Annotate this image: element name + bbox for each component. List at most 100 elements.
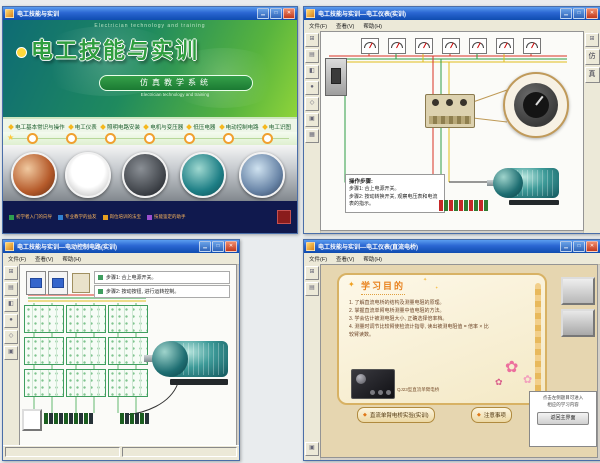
- learning-header: 学习目的: [361, 279, 405, 295]
- screenshot-montage: 电工技能与实训 ▁ □ ✕ Electrician technology and…: [0, 0, 600, 463]
- hint-line-2: 相应的学习内容: [532, 402, 594, 409]
- sparkle-icon: ✦: [435, 285, 438, 290]
- timeline-dot[interactable]: [27, 133, 38, 144]
- titlebar[interactable]: 电工技能与实训—电工仪表(实训) ▁ □ ✕: [304, 7, 600, 20]
- tool-dot-icon[interactable]: ●: [4, 314, 18, 328]
- tool-box-icon[interactable]: ▣: [4, 346, 18, 360]
- tool-box-icon[interactable]: ▣: [305, 442, 319, 456]
- timeline-dot[interactable]: [262, 133, 273, 144]
- tool-half-icon[interactable]: ◧: [305, 65, 319, 79]
- thumb-motor-photo[interactable]: [180, 152, 226, 198]
- tool-diamond-icon[interactable]: ◇: [4, 330, 18, 344]
- menu-item-reading[interactable]: 电工识图: [263, 123, 291, 131]
- menu-view[interactable]: 查看(V): [35, 255, 53, 263]
- tool-diamond-icon[interactable]: ◇: [305, 97, 319, 111]
- minimize-button[interactable]: ▁: [257, 8, 269, 19]
- thumb-meter-photo[interactable]: [65, 152, 111, 198]
- real-mode-button[interactable]: 真: [585, 67, 600, 83]
- minimize-button[interactable]: ▁: [560, 241, 572, 252]
- close-button[interactable]: ✕: [586, 8, 598, 19]
- tool-doc-icon[interactable]: ▤: [305, 49, 319, 63]
- thumbnail-frame[interactable]: [561, 309, 595, 337]
- timeline-dot[interactable]: [66, 133, 77, 144]
- tool-dot-icon[interactable]: ●: [305, 81, 319, 95]
- sim-mode-button[interactable]: 仿: [585, 49, 600, 65]
- minimize-button[interactable]: ▁: [560, 8, 572, 19]
- window-learning: 电工技能与实训—电工仪表(直流电桥) ▁ □ ✕ 文件(F) 查看(V) 帮助(…: [303, 239, 600, 461]
- tool-grid-icon[interactable]: ⊞: [305, 33, 319, 47]
- hint-box: 点击左侧题目可进入 相应的学习内容 返回主界面: [529, 391, 597, 447]
- tool-doc-icon[interactable]: ▤: [305, 282, 319, 296]
- tagline-chip: 专业教学的益友: [58, 214, 97, 220]
- rotary-knob[interactable]: [523, 92, 549, 118]
- window-title: 电工技能与实训—电工仪表(实训): [318, 9, 557, 18]
- tagline-chip: 岗位培训的法宝: [103, 214, 142, 220]
- close-button[interactable]: ✕: [225, 241, 237, 252]
- status-cell: [122, 447, 237, 457]
- return-home-button[interactable]: 返回主界面: [537, 412, 589, 425]
- menu-file[interactable]: 文件(F): [309, 255, 327, 263]
- circuit-breaker[interactable]: [48, 271, 68, 295]
- tool-doc-icon[interactable]: ▤: [4, 282, 18, 296]
- menu-view[interactable]: 查看(V): [336, 22, 354, 30]
- menu-help[interactable]: 帮助(H): [363, 255, 382, 263]
- menu-item-motors[interactable]: 电机与变压器: [144, 123, 183, 131]
- meter-inset: [22, 409, 42, 431]
- titlebar[interactable]: 电工技能与实训—电工仪表(直流电桥) ▁ □ ✕: [304, 240, 600, 253]
- timeline-dot[interactable]: [184, 133, 195, 144]
- maximize-button[interactable]: □: [573, 241, 585, 252]
- terminal-strip: [44, 413, 93, 424]
- splash-banner: Electrician technology and training 电工技能…: [3, 20, 297, 117]
- close-button[interactable]: ✕: [283, 8, 295, 19]
- experiment-button[interactable]: ◆ 直流单臂电桥实验(实训): [357, 407, 435, 423]
- menu-help[interactable]: 帮助(H): [62, 255, 81, 263]
- notes-button[interactable]: ◆ 注意事项: [471, 407, 512, 423]
- menu-help[interactable]: 帮助(H): [363, 22, 382, 30]
- menu-item-basics[interactable]: 电工基本常识与操作: [9, 123, 65, 131]
- menu-item-lowvolt[interactable]: 低压电器: [187, 123, 215, 131]
- maximize-button[interactable]: □: [573, 8, 585, 19]
- menu-bullet-icon: [68, 124, 74, 130]
- menu-item-lighting[interactable]: 照明电路安装: [101, 123, 140, 131]
- menu-view[interactable]: 查看(V): [336, 255, 354, 263]
- window-controls: ▁ □ ✕: [560, 241, 598, 252]
- thumb-machines-photo[interactable]: [239, 152, 285, 198]
- contactor-module: [108, 337, 148, 365]
- app-icon: [306, 242, 315, 251]
- circuit-breaker[interactable]: [26, 271, 46, 295]
- maximize-button[interactable]: □: [212, 241, 224, 252]
- timeline-dot[interactable]: [223, 133, 234, 144]
- timeline-dot[interactable]: [144, 133, 155, 144]
- window-controls: ▁ □ ✕: [257, 8, 295, 19]
- timeline-dot[interactable]: [105, 133, 116, 144]
- contactor-module: [24, 369, 64, 397]
- maximize-button[interactable]: □: [270, 8, 282, 19]
- thumb-wires-photo[interactable]: [11, 152, 57, 198]
- chip-icon: [9, 215, 14, 220]
- tool-grid-icon[interactable]: ⊞: [4, 266, 18, 280]
- tool-grid-icon[interactable]: ⊞: [305, 266, 319, 280]
- banner-english-sub: Electrician technology and training: [99, 92, 251, 97]
- titlebar[interactable]: 电工技能与实训—电动控制电路(实训) ▁ □ ✕: [3, 240, 239, 253]
- motor: [493, 166, 563, 210]
- menu-file[interactable]: 文件(F): [309, 22, 327, 30]
- menu-item-meters[interactable]: 电工仪表: [69, 123, 97, 131]
- minimize-button[interactable]: ▁: [199, 241, 211, 252]
- tool-box-icon[interactable]: ▣: [305, 113, 319, 127]
- contactor-module: [108, 369, 148, 397]
- tool-half-icon[interactable]: ◧: [4, 298, 18, 312]
- header-sparkle-icon: ✦: [348, 280, 355, 289]
- titlebar[interactable]: 电工技能与实训 ▁ □ ✕: [3, 7, 297, 20]
- tool-grid-icon[interactable]: ⊞: [585, 33, 599, 47]
- tool-lines-icon[interactable]: ▦: [305, 129, 319, 143]
- diamond-icon: ◆: [477, 412, 481, 418]
- step-2: 步骤2: 按动转换开关, 观察电压表和电流表的指示。: [349, 194, 441, 209]
- close-button[interactable]: ✕: [586, 241, 598, 252]
- menu-bullet-icon: [100, 124, 106, 130]
- thumbnail-frame[interactable]: [561, 277, 595, 305]
- menu-item-control[interactable]: 电动控制电路: [220, 123, 259, 131]
- power-switch[interactable]: [325, 58, 347, 96]
- menu-file[interactable]: 文件(F): [8, 255, 26, 263]
- menu-bullet-icon: [219, 124, 225, 130]
- thumb-contactor-photo[interactable]: [122, 152, 168, 198]
